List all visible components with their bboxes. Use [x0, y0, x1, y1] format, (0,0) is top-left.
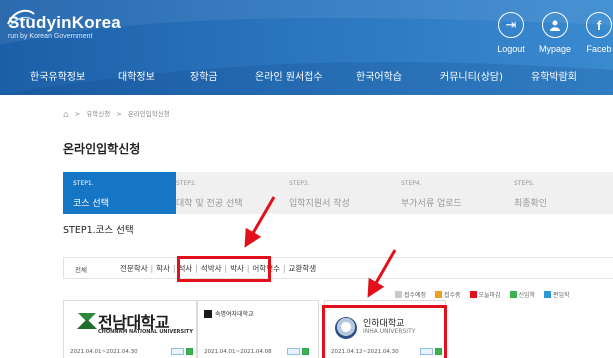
- logo-subtitle: run by Korean Government: [8, 33, 93, 40]
- mypage-button[interactable]: Mypage: [533, 12, 577, 54]
- nav-item-study-fair[interactable]: 유학박람회: [531, 68, 577, 83]
- step-number: STEP5.: [514, 180, 535, 187]
- legend-swatch-transfer: [544, 291, 551, 298]
- legend-swatch-open: [435, 291, 443, 298]
- logout-label: Logout: [497, 44, 525, 54]
- step-3[interactable]: STEP3. 입학지원서 작성: [279, 172, 392, 214]
- chonnam-emblem-icon: [77, 313, 97, 329]
- nav-item-community[interactable]: 커뮤니티(상담): [440, 68, 503, 83]
- transfer-badge: [171, 348, 184, 355]
- legend-swatch-freshman: [509, 291, 517, 298]
- application-steps: STEP1. 코스 선택 STEP2. 대학 및 전공 선택 STEP3. 입학…: [63, 172, 613, 214]
- logout-button[interactable]: ⇥ Logout: [489, 12, 533, 54]
- divider: |: [283, 264, 286, 273]
- page-title: 온라인입학신청: [63, 142, 141, 156]
- transfer-badge: [287, 348, 300, 355]
- facebook-label: Faceb: [586, 44, 612, 54]
- breadcrumb-separator: >: [116, 110, 122, 118]
- site-header: StudyinKorea run by Korean Government ⇥ …: [0, 0, 613, 95]
- freshman-badge: [302, 348, 309, 355]
- main-navigation: 한국유학정보 대학정보 장학금 온라인 원서접수 한국어학습 커뮤니티(상담) …: [0, 66, 613, 88]
- breadcrumb-separator: >: [74, 110, 81, 118]
- step-number: STEP2.: [176, 180, 197, 187]
- step-1[interactable]: STEP1. 코스 선택: [63, 172, 176, 214]
- divider: |: [150, 264, 154, 273]
- step-number: STEP4.: [401, 180, 422, 187]
- nav-item-online-application[interactable]: 온라인 원서접수: [255, 68, 323, 83]
- step-name: 부가서류 업로드: [401, 199, 462, 209]
- divider: |: [172, 264, 176, 273]
- status-legend: 접수예정 접수중 오늘마감 신입학 편입학: [388, 290, 570, 299]
- course-filter-bar: 전체 전문학사 | 학사 | 석사 | 석박사 | 박사 | 어학연수 | 교환학생: [63, 257, 613, 279]
- university-card-chonnam[interactable]: 전남대학교 CHONNAM NATIONAL UNIVERSITY 2021.0…: [63, 300, 197, 358]
- freshman-badge: [186, 348, 193, 355]
- home-icon[interactable]: ⌂: [63, 110, 69, 120]
- annotation-highlight-degree-filters: [177, 256, 271, 282]
- university-name-english: CHONNAM NATIONAL UNIVERSITY: [98, 329, 193, 335]
- step-4[interactable]: STEP4. 부가서류 업로드: [391, 172, 504, 214]
- step-name: 코스 선택: [73, 199, 109, 209]
- step-number: STEP3.: [289, 180, 310, 187]
- sookmyung-emblem-icon: [204, 310, 212, 318]
- nav-item-scholarship[interactable]: 장학금: [190, 68, 218, 83]
- nav-item-korean-learning[interactable]: 한국어학습: [356, 68, 402, 83]
- filter-bachelor[interactable]: 학사: [156, 264, 170, 273]
- university-card-sookmyung[interactable]: 숙명여자대학교 2021.04.01~2021.04.08: [197, 300, 319, 358]
- step-5[interactable]: STEP5. 최종확인: [504, 172, 613, 214]
- annotation-highlight-inha-card: [322, 305, 447, 358]
- step-name: 입학지원서 작성: [289, 199, 350, 209]
- facebook-button[interactable]: f Faceb: [577, 12, 613, 54]
- nav-item-university-info[interactable]: 대학정보: [118, 68, 155, 83]
- legend-label: 오늘마감: [478, 292, 501, 299]
- facebook-icon: f: [586, 12, 612, 38]
- filter-exchange[interactable]: 교환학생: [289, 264, 317, 273]
- step-name: 최종확인: [514, 199, 548, 209]
- legend-swatch-closing-today: [469, 291, 477, 298]
- application-period: 2021.04.01~2021.04.30: [70, 349, 138, 355]
- breadcrumb: ⌂ > 유학신청 > 온라인입학신청: [63, 108, 170, 120]
- filter-all[interactable]: 전체: [75, 264, 87, 274]
- legend-swatch-upcoming: [395, 291, 402, 298]
- top-utility-icons: ⇥ Logout Mypage f Faceb: [493, 12, 613, 62]
- application-period: 2021.04.01~2021.04.08: [204, 349, 272, 355]
- step-2[interactable]: STEP2. 대학 및 전공 선택: [166, 172, 279, 214]
- step-name: 대학 및 전공 선택: [176, 199, 243, 209]
- section-subtitle: STEP1.코스 선택: [63, 225, 134, 236]
- breadcrumb-item-apply[interactable]: 유학신청: [86, 110, 110, 118]
- breadcrumb-item-online-admission[interactable]: 온라인입학신청: [128, 110, 170, 118]
- step-number: STEP1.: [73, 180, 94, 187]
- legend-label: 접수예정: [404, 292, 427, 299]
- logo-text: StudyinKorea: [8, 13, 121, 32]
- nav-item-study-info[interactable]: 한국유학정보: [30, 68, 85, 83]
- logout-icon: ⇥: [498, 12, 524, 38]
- legend-label: 편입학: [553, 292, 570, 299]
- mypage-label: Mypage: [538, 44, 572, 54]
- legend-label: 신입학: [518, 292, 536, 299]
- filter-associate[interactable]: 전문학사: [120, 264, 148, 273]
- user-icon: [542, 12, 568, 38]
- legend-label: 접수중: [444, 292, 461, 299]
- university-name: 숙명여자대학교: [215, 311, 254, 318]
